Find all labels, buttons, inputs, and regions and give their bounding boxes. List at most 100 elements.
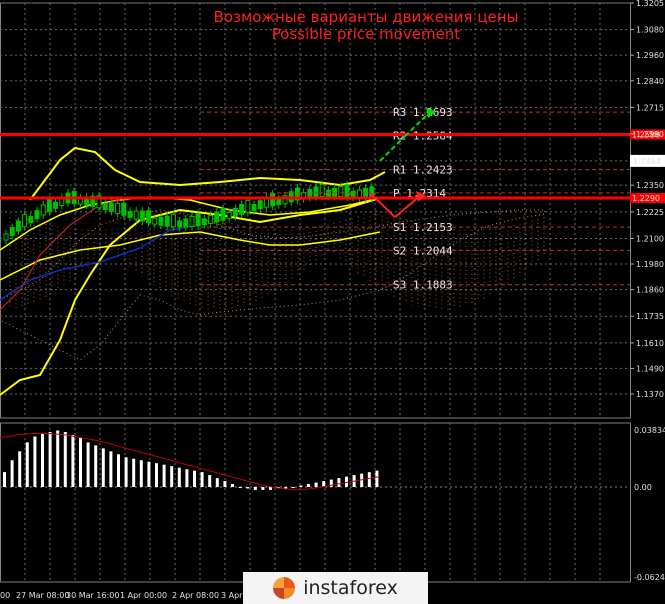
bollinger-upper	[29, 146, 386, 201]
chart-title-ru: Возможные варианты движения цены	[214, 8, 519, 26]
macd-bar	[269, 487, 272, 490]
candle-body	[332, 187, 338, 197]
candle-body	[115, 202, 121, 214]
candle-body	[338, 186, 344, 198]
macd-bar	[185, 469, 189, 487]
candle-body	[9, 227, 15, 237]
candle-body	[183, 218, 189, 228]
instaforex-logo: instaforex	[243, 572, 428, 604]
macd-bar	[86, 442, 90, 487]
scenario-arrows	[369, 107, 436, 218]
price-tick-label: 1.1860	[636, 286, 664, 295]
macd-bar	[101, 448, 105, 487]
macd-bar	[223, 481, 227, 487]
macd-bar	[231, 484, 234, 487]
macd-bar	[261, 487, 265, 490]
macd-bar	[109, 451, 113, 487]
pivot-label-s2: S2 1.2044	[393, 244, 453, 257]
logo-text: instaforex	[303, 577, 398, 599]
macd-tick-label: 0.00	[634, 483, 652, 492]
chart-grid	[0, 2, 631, 583]
macd-bar	[3, 472, 6, 487]
candle-body	[307, 189, 313, 199]
macd-bar	[132, 458, 136, 487]
pivot-label-s1: S1 1.2153	[393, 221, 453, 234]
macd-bar	[124, 457, 128, 487]
candle-body	[22, 214, 28, 228]
macd-bar	[208, 475, 212, 487]
candle-body	[270, 193, 276, 207]
chart-title-en: Possible price movement	[272, 25, 461, 43]
candle-body	[102, 203, 108, 211]
candle-body	[108, 202, 114, 212]
candle-body	[201, 218, 207, 226]
macd-bar	[56, 430, 60, 487]
price-tick-label: 1.1490	[636, 364, 664, 373]
macd-bar	[94, 445, 98, 487]
macd-bar	[33, 436, 37, 487]
candle-body	[34, 210, 40, 220]
candle-body	[189, 216, 195, 228]
macd-bar	[63, 431, 67, 487]
time-tick-label: 27 Mar 08:00	[16, 591, 69, 600]
price-tick-label: 1.1610	[636, 339, 664, 348]
time-tick-label: 2 Apr 08:00	[172, 591, 219, 600]
macd-tick-label: 0.03834	[634, 426, 665, 435]
macd-bar	[25, 442, 29, 487]
macd-bar	[215, 478, 219, 487]
macd-bar	[41, 433, 44, 487]
price-chart: R3 1.2693R2 1.2584R1 1.2423P 1.2314S1 1.…	[0, 0, 665, 600]
pivot-label-r3: R3 1.2693	[393, 106, 453, 119]
macd-bar	[299, 485, 303, 487]
price-tick-label: 1.2715	[636, 103, 664, 112]
candle-body	[257, 200, 263, 210]
macd-bar	[238, 487, 242, 488]
price-tick-label: 1.2590	[636, 130, 664, 139]
pivot-label-r1: R1 1.2423	[393, 164, 453, 177]
macd-bar	[177, 467, 181, 487]
candle-body	[53, 201, 59, 209]
candle-body	[15, 220, 21, 232]
macd-bar	[375, 470, 379, 487]
candle-body	[40, 204, 46, 216]
time-tick-label: 3 Apr	[221, 591, 243, 600]
candle-body	[276, 198, 282, 206]
macd-bar	[117, 454, 120, 487]
candle-body	[164, 215, 170, 227]
candle-body	[177, 220, 183, 228]
candle-body	[195, 213, 201, 227]
candle-body	[232, 207, 238, 217]
price-tick-label: 1.2225	[636, 208, 664, 217]
macd-bar	[193, 470, 196, 487]
macd-bar	[71, 434, 75, 487]
macd-bar	[155, 463, 158, 487]
candle-body	[3, 233, 9, 241]
macd-bar	[147, 461, 151, 487]
candle-body	[152, 217, 158, 225]
time-tick-label: 30 Mar 16:00	[66, 591, 119, 600]
macd-bar	[314, 482, 318, 487]
time-tick-label: 1 Apr 00:00	[120, 591, 167, 600]
price-tick-label: 1.2350	[636, 181, 664, 190]
pivot-label-s3: S3 1.1883	[393, 279, 453, 292]
candle-body	[170, 214, 176, 228]
candle-body	[226, 211, 232, 219]
macd-bar	[170, 466, 174, 487]
macd-bar	[139, 460, 143, 487]
candle-body	[214, 211, 220, 223]
candle-body	[121, 202, 127, 216]
macd-bar	[246, 487, 250, 489]
candle-body	[344, 184, 350, 198]
candle-body	[146, 210, 152, 224]
macd-bar	[307, 484, 310, 487]
bollinger-bands	[0, 146, 386, 396]
macd-bar	[18, 451, 22, 487]
macd-bar	[337, 478, 341, 487]
price-tick-label: 1.3080	[636, 26, 664, 35]
candle-body	[127, 210, 133, 218]
candle-body	[239, 203, 245, 215]
macd-tick-label: -0.06247	[634, 573, 665, 582]
candle-body	[245, 199, 251, 213]
price-tick-label: 1.2960	[636, 51, 664, 60]
key-level-label: 1.2290	[632, 194, 660, 203]
